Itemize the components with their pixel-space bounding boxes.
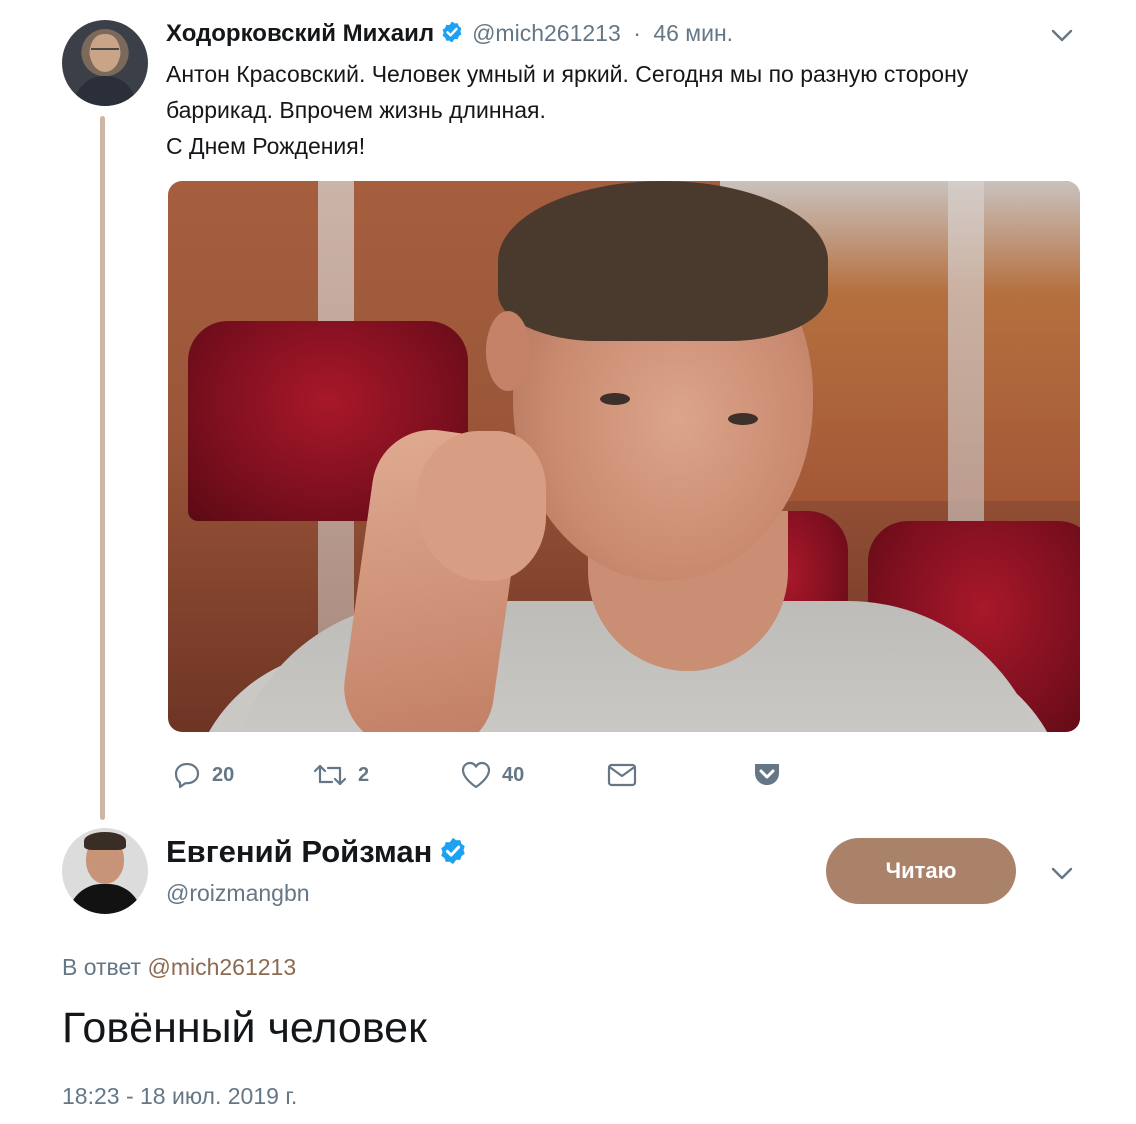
retweet-button[interactable]: 2 — [312, 760, 369, 790]
reply-prefix: В ответ — [62, 954, 142, 980]
envelope-icon — [607, 763, 637, 787]
reply-context: В ответ @mich261213 — [62, 954, 296, 981]
tweet-text: Антон Красовский. Человек умный и яркий.… — [166, 56, 1096, 164]
verified-badge-icon — [442, 21, 462, 43]
reply-button[interactable]: 20 — [172, 760, 234, 790]
header-separator: · — [633, 20, 641, 46]
tweet-timestamp[interactable]: 18:23 - 18 июл. 2019 г. — [62, 1083, 297, 1110]
reply-count: 20 — [212, 763, 235, 786]
verified-badge-icon — [441, 837, 466, 865]
tweet-time[interactable]: 46 мин. — [653, 20, 733, 46]
author-handle[interactable]: @mich261213 — [472, 20, 621, 46]
thread-connector-line — [100, 116, 105, 820]
reply-mention-link[interactable]: @mich261213 — [147, 954, 296, 980]
tweet-text-line: баррикад. Впрочем жизнь длинная. — [166, 97, 546, 123]
tweet-text-line: Антон Красовский. Человек умный и яркий.… — [166, 61, 969, 87]
reply-icon — [174, 762, 200, 789]
retweet-count: 2 — [358, 763, 370, 786]
tweet-photo[interactable] — [168, 181, 1080, 732]
author-name[interactable]: Евгений Ройзман — [166, 834, 432, 869]
author-handle[interactable]: @roizmangbn — [166, 880, 310, 907]
like-count: 40 — [502, 763, 525, 786]
chevron-down-icon[interactable] — [1048, 862, 1076, 884]
direct-message-button[interactable] — [606, 760, 638, 790]
pocket-icon — [755, 764, 779, 785]
chevron-down-icon[interactable] — [1048, 24, 1076, 46]
pocket-save-button[interactable] — [752, 760, 782, 790]
retweet-icon — [313, 764, 347, 786]
tweet-header: Евгений Ройзман — [166, 834, 468, 870]
author-name[interactable]: Ходорковский Михаил — [166, 20, 434, 47]
tweet-text: Говённый человек — [62, 1004, 427, 1052]
tweet-text-line: С Днем Рождения! — [166, 133, 366, 159]
heart-icon — [461, 761, 491, 789]
author-avatar-khodorkovsky[interactable] — [62, 20, 148, 106]
like-button[interactable]: 40 — [460, 760, 524, 790]
follow-button[interactable]: Читаю — [826, 838, 1016, 904]
author-avatar-roizman[interactable] — [62, 828, 148, 914]
tweet-header: Ходорковский Михаил @mich261213 · 46 мин. — [166, 20, 733, 48]
